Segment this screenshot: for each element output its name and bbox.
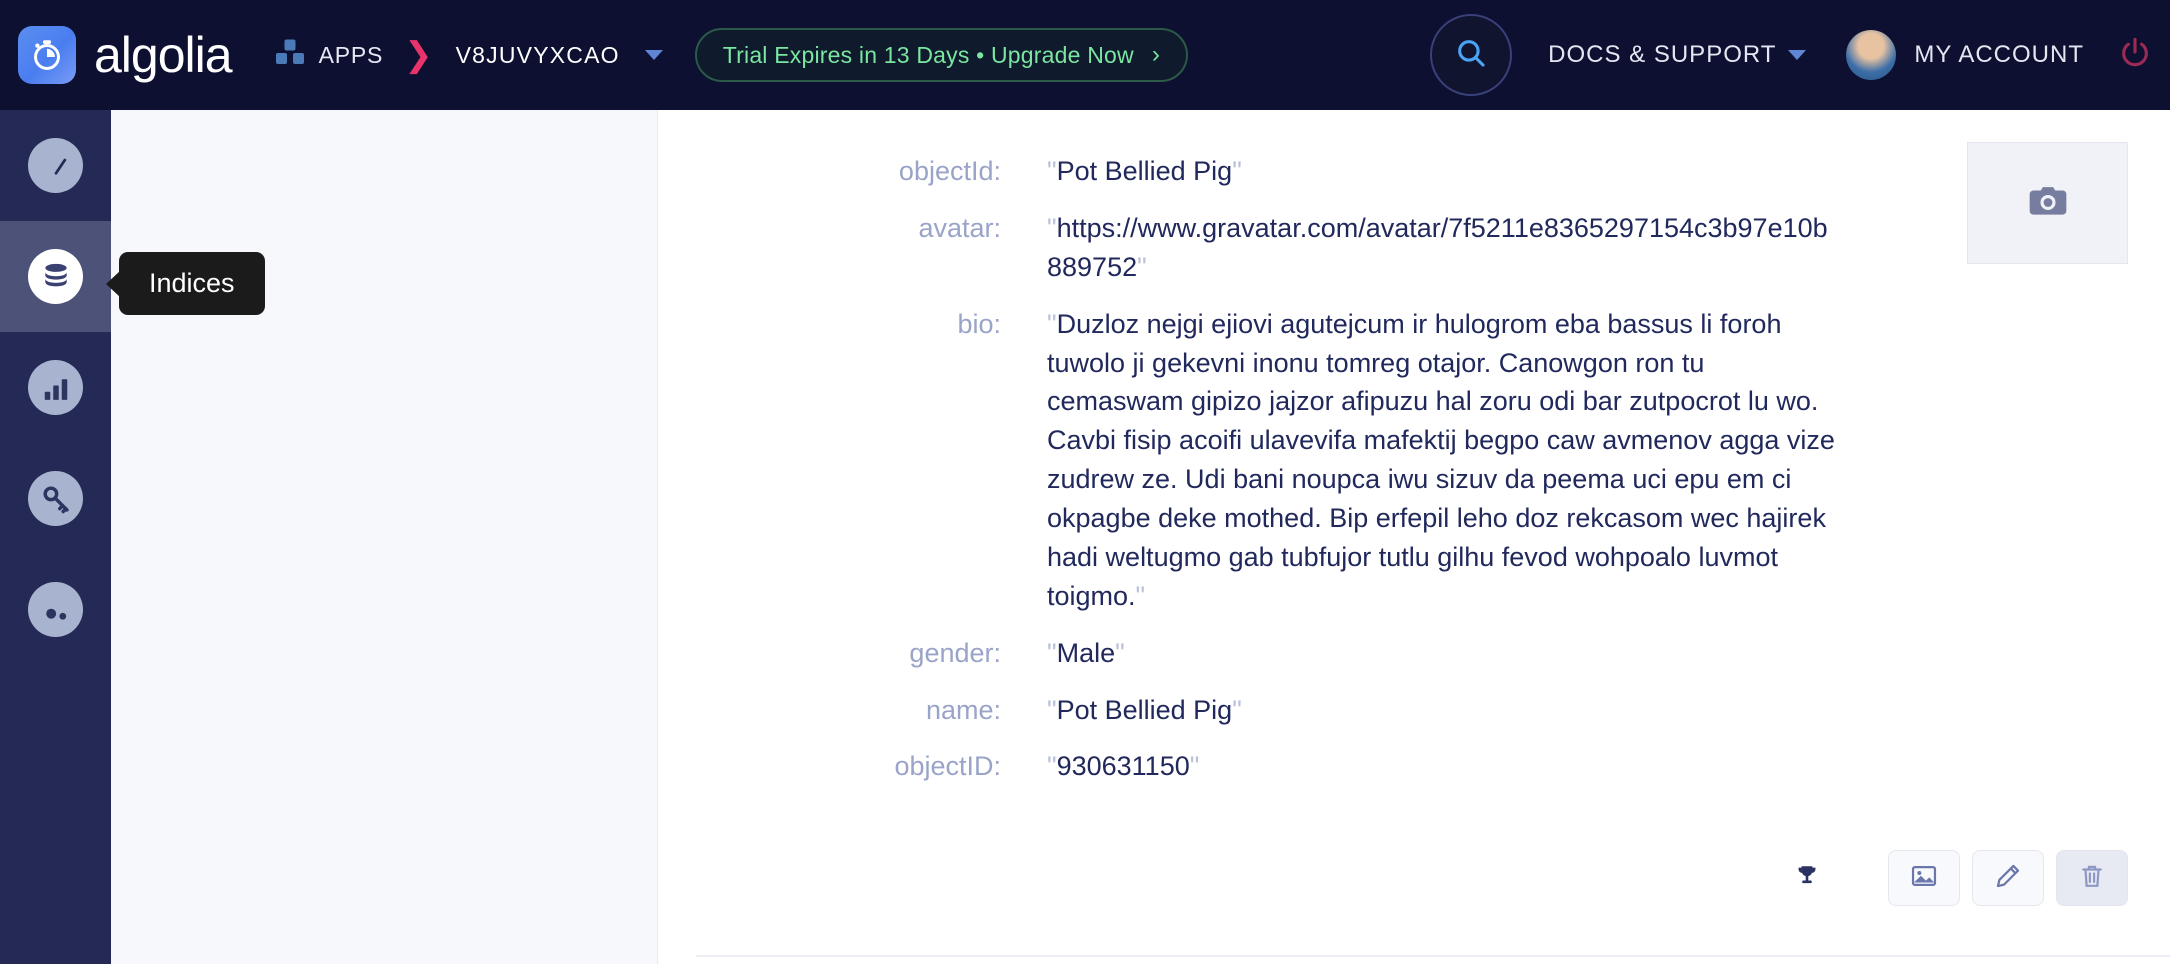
- monitoring-icon: [28, 582, 83, 637]
- search-icon: [1454, 36, 1488, 75]
- bar-chart-icon: [28, 360, 83, 415]
- trophy-icon: [1794, 863, 1820, 894]
- view-image-button[interactable]: [1888, 850, 1960, 906]
- speedometer-icon: [28, 138, 83, 193]
- avatar[interactable]: [1846, 30, 1897, 80]
- field-row: avatar: "https://www.gravatar.com/avatar…: [658, 209, 2170, 287]
- sidebar-item-indices[interactable]: [0, 221, 111, 332]
- trial-upgrade-banner[interactable]: Trial Expires in 13 Days • Upgrade Now ›: [694, 28, 1188, 82]
- database-icon: [28, 249, 83, 304]
- field-value-text: 930631150: [1056, 751, 1190, 782]
- tooltip-label: Indices: [149, 268, 235, 298]
- field-row: objectId: "Pot Bellied Pig": [658, 152, 2170, 191]
- algolia-stopwatch-icon: [18, 26, 76, 84]
- docs-support-menu[interactable]: DOCS & SUPPORT: [1548, 41, 1807, 69]
- record-fields: objectId: "Pot Bellied Pig" avatar: "htt…: [658, 110, 2170, 786]
- quote-mark: ": [1047, 308, 1057, 339]
- quote-mark: ": [1047, 751, 1057, 782]
- breadcrumb: APPS ❯ V8JUVYXCAO: [274, 38, 663, 73]
- sidebar-tooltip-indices: Indices: [119, 252, 265, 315]
- promote-record-button[interactable]: [1794, 863, 1820, 894]
- trial-banner-text: Trial Expires in 13 Days • Upgrade Now: [722, 41, 1134, 68]
- field-value: "Male": [1047, 634, 1125, 673]
- delete-record-button[interactable]: [2056, 850, 2128, 906]
- field-row: gender: "Male": [658, 634, 2170, 673]
- field-value-text: Duzloz nejgi ejiovi agutejcum ir hulogro…: [1047, 308, 1835, 611]
- quote-mark: ": [1115, 637, 1125, 668]
- search-button[interactable]: [1430, 14, 1513, 96]
- brand-name: algolia: [94, 27, 233, 83]
- top-navigation-bar: algolia APPS ❯ V8JUVYXCAO Trial Expires …: [0, 0, 2170, 110]
- records-list-panel[interactable]: [111, 110, 658, 964]
- trash-icon: [2078, 862, 2106, 895]
- field-value-text: Pot Bellied Pig: [1056, 156, 1233, 186]
- sidebar-item-dashboard[interactable]: [0, 110, 111, 221]
- image-icon: [1910, 862, 1938, 895]
- field-row: name: "Pot Bellied Pig": [658, 691, 2170, 730]
- quote-mark: ": [1137, 251, 1147, 282]
- field-value-text: Pot Bellied Pig: [1056, 694, 1233, 725]
- my-account-label[interactable]: MY ACCOUNT: [1914, 41, 2084, 69]
- quote-mark: ": [1047, 694, 1057, 725]
- field-value-text: https://www.gravatar.com/avatar/7f5211e8…: [1047, 212, 1828, 282]
- field-row: bio: "Duzloz nejgi ejiovi agutejcum ir h…: [658, 305, 2170, 616]
- edit-record-button[interactable]: [1972, 850, 2044, 906]
- field-value: "Pot Bellied Pig": [1047, 152, 1242, 191]
- key-icon: [28, 471, 83, 526]
- sidebar-item-api-keys[interactable]: [0, 443, 111, 554]
- field-label: avatar:: [918, 212, 1001, 243]
- field-value-text: Male: [1056, 637, 1116, 668]
- record-detail-panel: objectId: "Pot Bellied Pig" avatar: "htt…: [658, 110, 2170, 964]
- record-actions: [1794, 850, 2128, 906]
- quote-mark: ": [1135, 580, 1146, 611]
- docs-support-label: DOCS & SUPPORT: [1548, 41, 1777, 68]
- caret-down-icon[interactable]: [644, 50, 663, 60]
- quote-mark: ": [1189, 751, 1200, 782]
- quote-mark: ": [1047, 212, 1057, 243]
- field-value: "Duzloz nejgi ejiovi agutejcum ir hulogr…: [1047, 305, 1847, 616]
- field-value: "Pot Bellied Pig": [1047, 691, 1242, 730]
- quote-mark: ": [1232, 156, 1242, 186]
- field-value: "https://www.gravatar.com/avatar/7f5211e…: [1047, 209, 1837, 287]
- caret-down-icon: [1788, 50, 1807, 60]
- quote-mark: ": [1047, 637, 1057, 668]
- field-row: objectID: "930631150": [658, 747, 2170, 786]
- top-nav-right-cluster: DOCS & SUPPORT MY ACCOUNT: [1430, 0, 2152, 110]
- field-value: "930631150": [1047, 747, 1199, 786]
- field-label: objectID:: [894, 751, 1001, 782]
- pencil-icon: [1994, 862, 2022, 895]
- logout-button[interactable]: [2118, 36, 2152, 75]
- power-icon: [2118, 36, 2152, 75]
- field-label: bio:: [957, 308, 1001, 339]
- field-label: gender:: [909, 637, 1001, 668]
- breadcrumb-apps-label[interactable]: APPS: [319, 42, 384, 69]
- sidebar-item-analytics[interactable]: [0, 332, 111, 443]
- sidebar-item-monitoring[interactable]: [0, 554, 111, 665]
- field-label: objectId:: [898, 156, 1001, 186]
- cubes-icon: [274, 38, 306, 73]
- left-icon-rail: [0, 110, 111, 964]
- record-divider: [696, 955, 2170, 957]
- quote-mark: ": [1047, 156, 1057, 186]
- quote-mark: ": [1232, 694, 1242, 725]
- chevron-right-icon: ›: [1151, 41, 1160, 68]
- brand-logo[interactable]: algolia: [18, 26, 233, 84]
- field-label: name:: [925, 694, 1001, 725]
- breadcrumb-app-id[interactable]: V8JUVYXCAO: [456, 42, 620, 69]
- breadcrumb-separator-icon: ❯: [404, 36, 433, 74]
